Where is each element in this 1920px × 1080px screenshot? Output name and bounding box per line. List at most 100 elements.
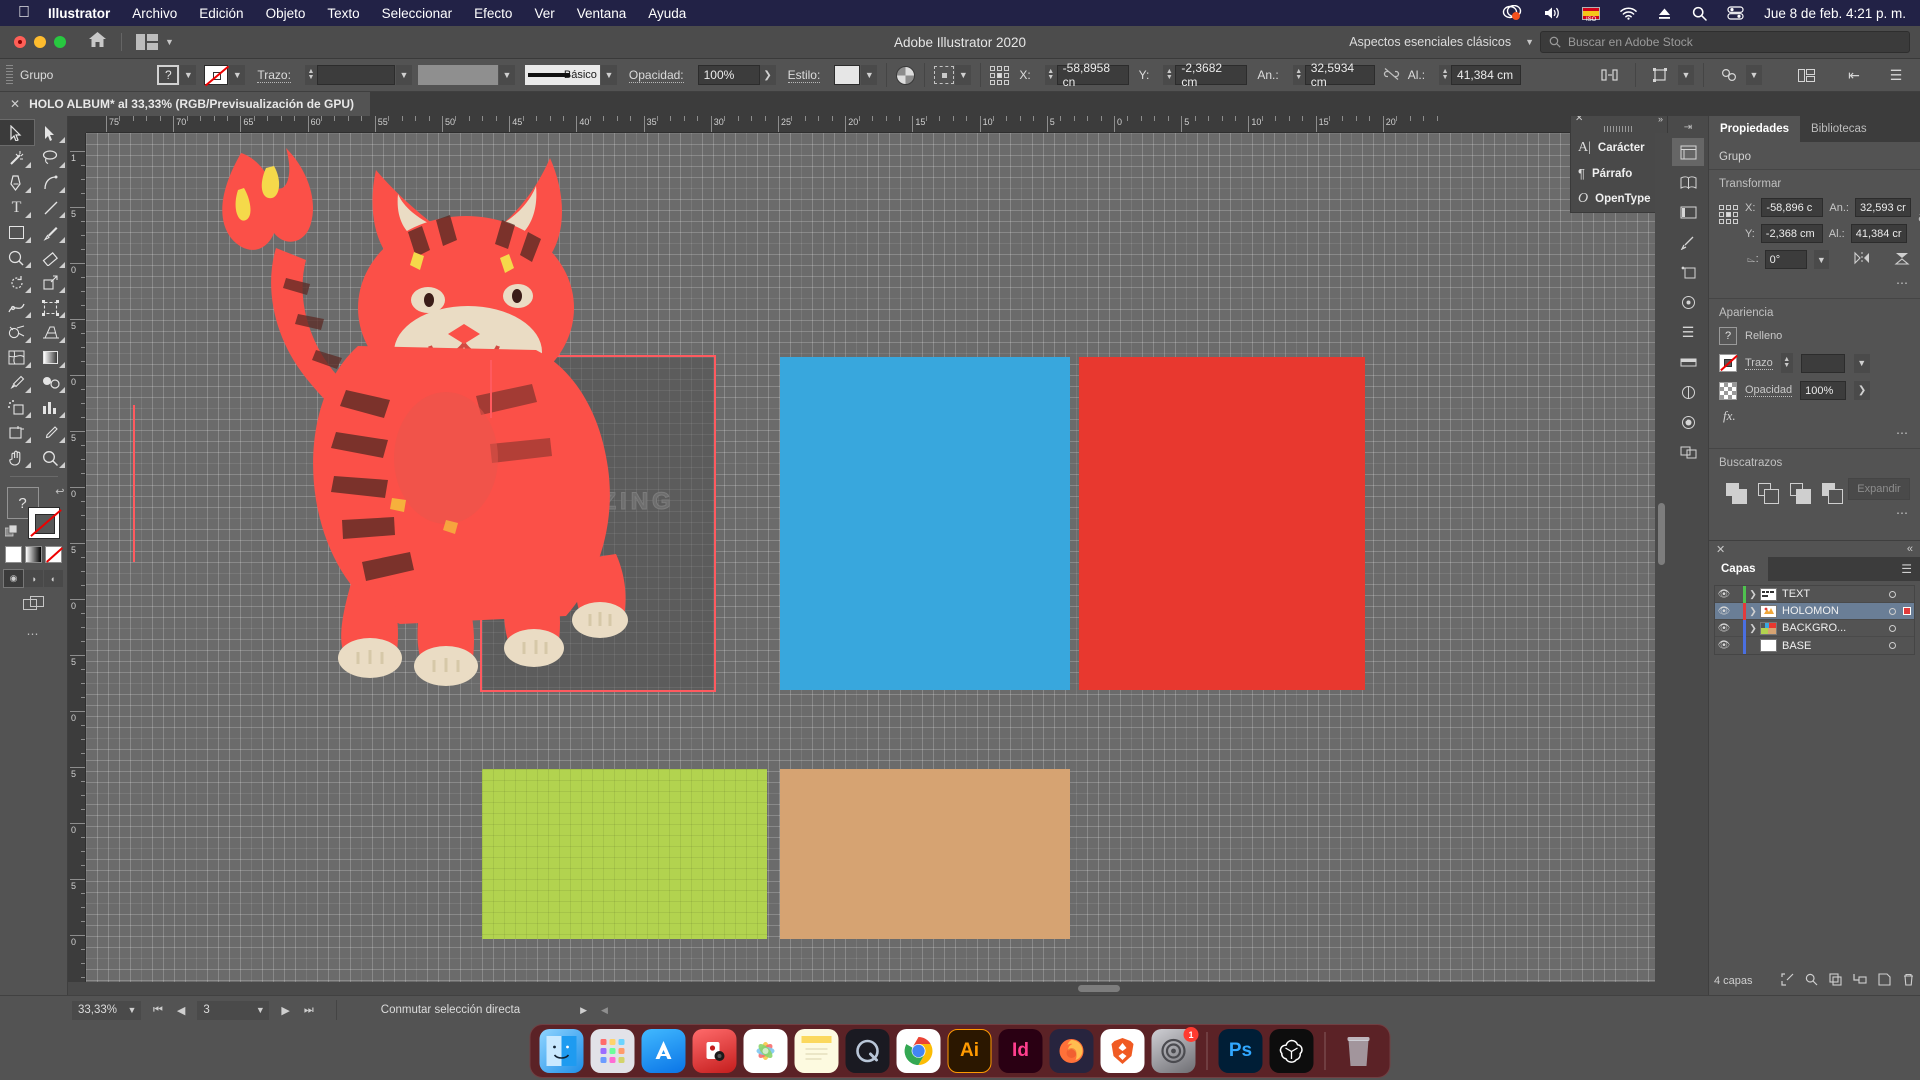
- layer-selection-indicator[interactable]: [1900, 607, 1914, 615]
- transform-icon[interactable]: [1672, 348, 1704, 376]
- draw-behind-icon[interactable]: ◑: [24, 570, 43, 587]
- wifi-icon[interactable]: [1620, 7, 1637, 20]
- menu-item-seleccionar[interactable]: Seleccionar: [382, 6, 453, 21]
- appearance-icon[interactable]: [1672, 378, 1704, 406]
- document-canvas[interactable]: 75 70 65 60 55 50 45 40 35 30 25 20 15 10 5 0 5 10 15 20 15…: [68, 116, 1668, 995]
- dock-app-adobe-photoshop[interactable]: Ps: [1218, 1029, 1263, 1073]
- layer-expand-icon[interactable]: ❯: [1746, 589, 1760, 600]
- toolbar-stroke-swatch[interactable]: [27, 507, 60, 539]
- blend-tool[interactable]: [34, 370, 68, 395]
- table-row[interactable]: 👁 BASE: [1715, 637, 1914, 654]
- artboard-tan[interactable]: [780, 769, 1070, 939]
- arrange-panels-icon[interactable]: [1790, 61, 1822, 89]
- height-field[interactable]: 41,384 cm: [1451, 65, 1522, 85]
- eyedropper-tool[interactable]: [0, 370, 34, 395]
- dock-app-trash[interactable]: [1337, 1029, 1381, 1073]
- libraries-icon[interactable]: [1672, 168, 1704, 196]
- minimize-window-button[interactable]: [34, 36, 46, 48]
- layer-expand-icon[interactable]: ❯: [1746, 606, 1760, 617]
- appearance-opacity-swatch[interactable]: [1719, 381, 1737, 400]
- table-row[interactable]: 👁 ❯ BACKGRO...: [1715, 619, 1914, 637]
- edit-toolbar-icon[interactable]: ⋯: [27, 627, 41, 641]
- artboard-green[interactable]: [482, 769, 767, 939]
- x-field[interactable]: -58,8958 cn: [1056, 61, 1129, 89]
- search-icon[interactable]: [1805, 973, 1818, 989]
- previous-artboard-icon[interactable]: ◀: [177, 1004, 185, 1017]
- horizontal-scrollbar[interactable]: [68, 982, 1668, 995]
- document-tab[interactable]: ✕ HOLO ALBUM* al 33,33% (RGB/Previsualiz…: [0, 92, 371, 116]
- stroke-swatch[interactable]: [204, 65, 229, 85]
- transform-more-options-icon[interactable]: ⋯: [1719, 276, 1910, 290]
- artboard-chevron-down-icon[interactable]: ▼: [251, 1000, 270, 1020]
- fill-chevron-down-icon[interactable]: ▼: [180, 65, 197, 85]
- maximize-window-button[interactable]: [54, 36, 66, 48]
- menu-item-ver[interactable]: Ver: [534, 6, 554, 21]
- fill-swatch[interactable]: ?: [157, 65, 180, 85]
- home-icon[interactable]: [88, 31, 107, 53]
- make-clipping-mask-icon[interactable]: [1829, 973, 1842, 989]
- x-stepper[interactable]: ▲ ▼: [1044, 65, 1057, 85]
- panel-menu-icon[interactable]: ☰: [1880, 61, 1912, 89]
- slice-tool[interactable]: [34, 420, 68, 445]
- width-tool[interactable]: [0, 295, 34, 320]
- dock-app-adobe-illustrator[interactable]: Ai: [947, 1029, 992, 1073]
- stroke-profile-field[interactable]: [417, 65, 498, 85]
- mesh-tool[interactable]: [0, 345, 34, 370]
- holomon-cat-artwork[interactable]: [146, 133, 686, 688]
- draw-normal-icon[interactable]: ◉: [3, 569, 24, 588]
- stroke-weight-label[interactable]: Trazo:: [257, 68, 291, 83]
- menu-item-objeto[interactable]: Objeto: [266, 6, 306, 21]
- align-icon[interactable]: [934, 66, 955, 84]
- select-similar-icon[interactable]: [1713, 61, 1745, 89]
- transform-icon[interactable]: [1645, 61, 1677, 89]
- artboard-red[interactable]: [1079, 357, 1365, 690]
- artboard-blue[interactable]: [780, 357, 1070, 690]
- layer-target-icon[interactable]: [1884, 607, 1900, 615]
- brush-chevron-down-icon[interactable]: ▼: [600, 65, 617, 85]
- close-tab-icon[interactable]: ✕: [10, 97, 20, 111]
- y-field[interactable]: -2,3682 cm: [1175, 61, 1248, 89]
- height-stepper[interactable]: ▲ ▼: [1439, 65, 1452, 85]
- distribute-icon[interactable]: [1594, 61, 1626, 89]
- default-fill-stroke-icon[interactable]: [4, 524, 18, 541]
- none-fill-icon[interactable]: [45, 546, 62, 563]
- layer-visibility-icon[interactable]: 👁: [1715, 606, 1733, 617]
- lasso-tool[interactable]: [34, 145, 68, 170]
- pen-tool[interactable]: [0, 170, 34, 195]
- first-artboard-icon[interactable]: ⏮: [153, 1004, 163, 1017]
- tab-capas[interactable]: Capas: [1709, 557, 1768, 581]
- spanish-keyboard-flag-icon[interactable]: [1582, 6, 1601, 23]
- type-tool[interactable]: T: [0, 195, 34, 220]
- stroke-label[interactable]: Trazo: [1745, 357, 1773, 370]
- collapse-icon[interactable]: «: [1907, 543, 1913, 555]
- control-bar-grip[interactable]: [6, 65, 13, 85]
- recolor-artwork-icon[interactable]: [896, 65, 916, 85]
- dock-app-firefox[interactable]: [1049, 1029, 1094, 1073]
- spotlight-search-icon[interactable]: [1692, 6, 1707, 21]
- dock-app-finder[interactable]: [539, 1029, 584, 1073]
- perspective-grid-tool[interactable]: [34, 320, 68, 345]
- ruler-origin[interactable]: [68, 116, 86, 133]
- transform-chevron-down-icon[interactable]: ▼: [1678, 65, 1694, 85]
- angle-field[interactable]: 0°: [1764, 250, 1808, 269]
- reference-point-icon[interactable]: [1719, 205, 1738, 224]
- rectangle-tool[interactable]: [0, 220, 34, 245]
- menu-item-texto[interactable]: Texto: [327, 6, 359, 21]
- graphic-style-swatch[interactable]: [834, 65, 861, 85]
- layer-expand-icon[interactable]: ❯: [1746, 623, 1760, 634]
- layer-visibility-icon[interactable]: 👁: [1715, 623, 1733, 634]
- shape-builder-tool[interactable]: [0, 320, 34, 345]
- graphic-styles-icon[interactable]: [1672, 408, 1704, 436]
- layer-name[interactable]: BACKGRO...: [1782, 622, 1884, 634]
- last-artboard-icon[interactable]: ⏭: [304, 1004, 314, 1017]
- dock-app-chatgpt[interactable]: [1269, 1029, 1314, 1073]
- stroke-weight-field[interactable]: [316, 65, 395, 85]
- vertical-ruler[interactable]: 1505050505050505: [68, 133, 86, 995]
- appearance-stroke-swatch[interactable]: [1719, 354, 1737, 372]
- artboard-number-field[interactable]: 3: [197, 1000, 252, 1020]
- workspace-chevron-down-icon[interactable]: ▼: [1525, 37, 1534, 47]
- artboard-tool[interactable]: [0, 420, 34, 445]
- draw-inside-icon[interactable]: ◐: [44, 570, 63, 587]
- opacity-field[interactable]: 100%: [697, 65, 760, 85]
- vertical-scrollbar[interactable]: [1655, 133, 1668, 982]
